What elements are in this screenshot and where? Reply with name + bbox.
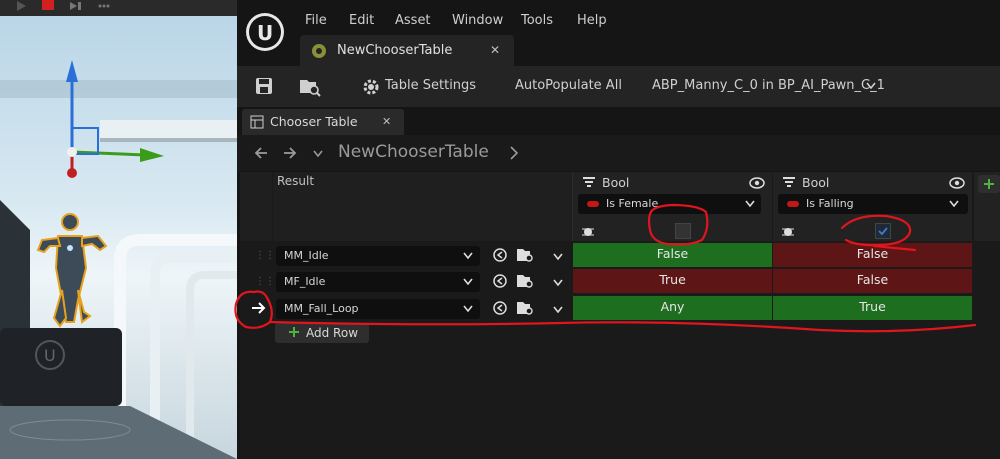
row-expand-icon[interactable]	[552, 304, 564, 318]
history-dropdown-icon[interactable]	[312, 148, 324, 162]
menu-window[interactable]: Window	[452, 13, 503, 28]
level-viewport[interactable]: U	[0, 0, 237, 459]
add-column-button[interactable]	[978, 175, 1000, 193]
document-tab[interactable]: NewChooserTable ✕	[300, 35, 514, 66]
drag-handle-icon[interactable]: ⋮⋮	[255, 276, 275, 287]
autopopulate-all-button[interactable]: AutoPopulate All	[515, 78, 622, 93]
save-icon[interactable]	[255, 77, 273, 98]
menu-asset[interactable]: Asset	[395, 13, 431, 28]
table-icon	[250, 115, 264, 132]
menu-edit[interactable]: Edit	[349, 13, 374, 28]
menu-tools[interactable]: Tools	[521, 13, 553, 28]
close-panel-icon[interactable]: ✕	[382, 115, 391, 128]
debug-target-dropdown[interactable]: ABP_Manny_C_0 in BP_AI_Pawn_C_1	[652, 78, 885, 93]
use-selected-icon[interactable]	[492, 273, 508, 292]
chooser-table-panel-tab[interactable]: Chooser Table ✕	[242, 109, 404, 135]
column-header-is-falling: Bool Is Falling	[773, 172, 972, 241]
bool-pin-icon	[787, 201, 799, 207]
chooser-asset-icon	[311, 43, 327, 62]
column-header-is-female: Bool Is Female	[573, 172, 772, 241]
active-row-arrow-icon	[250, 299, 268, 320]
eye-icon[interactable]	[949, 177, 965, 192]
property-dropdown-is-falling[interactable]: Is Falling	[778, 194, 968, 214]
cell-is-female[interactable]: Any	[573, 296, 772, 320]
add-row-button[interactable]: Add Row	[275, 323, 369, 343]
filter-icon[interactable]	[782, 176, 796, 191]
chevron-right-icon[interactable]	[509, 145, 519, 164]
breadcrumb-title[interactable]: NewChooserTable	[338, 142, 489, 162]
toolbar: Table Settings AutoPopulate All ABP_Mann…	[237, 66, 1000, 107]
row-handle-header	[240, 172, 272, 241]
use-selected-icon[interactable]	[492, 247, 508, 266]
property-dropdown-is-female[interactable]: Is Female	[578, 194, 761, 214]
add-column-header	[974, 172, 1000, 241]
debug-bug-icon	[581, 224, 595, 241]
debug-bug-icon	[781, 224, 795, 241]
column-type-label: Bool	[602, 175, 630, 190]
browse-asset-icon[interactable]	[299, 77, 321, 100]
navigation-bar: NewChooserTable	[237, 135, 1000, 171]
drag-handle-icon[interactable]: ⋮⋮	[255, 250, 275, 261]
panel-tab-label: Chooser Table	[270, 114, 358, 129]
menu-bar: U File Edit Asset Window Tools Help	[237, 0, 1000, 51]
menu-file[interactable]: File	[305, 13, 327, 28]
property-label: Is Female	[606, 197, 659, 210]
result-asset-label: MF_Idle	[284, 275, 326, 288]
svg-text:U: U	[44, 346, 56, 365]
plus-icon	[287, 325, 301, 342]
result-asset-label: MM_Idle	[284, 249, 329, 262]
column-type-label: Bool	[802, 175, 830, 190]
result-header-label: Result	[277, 174, 315, 188]
result-asset-dropdown[interactable]: MF_Idle	[276, 272, 480, 292]
document-tab-label: NewChooserTable	[337, 43, 453, 58]
forward-arrow-icon[interactable]	[282, 145, 298, 164]
use-selected-icon[interactable]	[492, 300, 508, 319]
result-column-header: Result	[273, 172, 573, 241]
cell-is-falling[interactable]: False	[773, 269, 972, 293]
browse-asset-icon[interactable]	[516, 273, 534, 292]
close-tab-icon[interactable]: ✕	[490, 43, 500, 57]
chevron-down-icon[interactable]	[865, 80, 877, 94]
eye-icon[interactable]	[749, 177, 765, 192]
back-arrow-icon[interactable]	[253, 145, 269, 164]
result-asset-dropdown[interactable]: MM_Fall_Loop	[276, 299, 480, 319]
bool-pin-icon	[587, 201, 599, 207]
row-expand-icon[interactable]	[552, 277, 564, 291]
cell-is-falling[interactable]: False	[773, 243, 972, 267]
debug-checkbox-is-female[interactable]	[675, 223, 691, 239]
chevron-down-icon	[462, 304, 474, 317]
chevron-down-icon	[462, 277, 474, 290]
row-expand-icon[interactable]	[552, 251, 564, 265]
result-asset-label: MM_Fall_Loop	[284, 302, 359, 315]
menu-help[interactable]: Help	[577, 13, 607, 28]
browse-asset-icon[interactable]	[516, 300, 534, 319]
unreal-logo-icon[interactable]: U	[245, 12, 285, 59]
table-settings-button[interactable]: Table Settings	[385, 78, 476, 93]
svg-text:U: U	[257, 21, 273, 45]
result-asset-dropdown[interactable]: MM_Idle	[276, 246, 480, 266]
cell-is-female[interactable]: True	[573, 269, 772, 293]
chevron-down-icon	[462, 251, 474, 264]
browse-asset-icon[interactable]	[516, 247, 534, 266]
viewport-scene: U	[0, 60, 237, 459]
property-label: Is Falling	[806, 197, 854, 210]
cell-is-female[interactable]: False	[573, 243, 772, 267]
add-row-label: Add Row	[306, 326, 359, 340]
filter-icon[interactable]	[582, 176, 596, 191]
chevron-down-icon	[744, 199, 756, 212]
cell-is-falling[interactable]: True	[773, 296, 972, 320]
gear-icon[interactable]	[361, 77, 381, 100]
debug-checkbox-is-falling[interactable]	[875, 223, 891, 239]
chevron-down-icon	[948, 199, 960, 212]
